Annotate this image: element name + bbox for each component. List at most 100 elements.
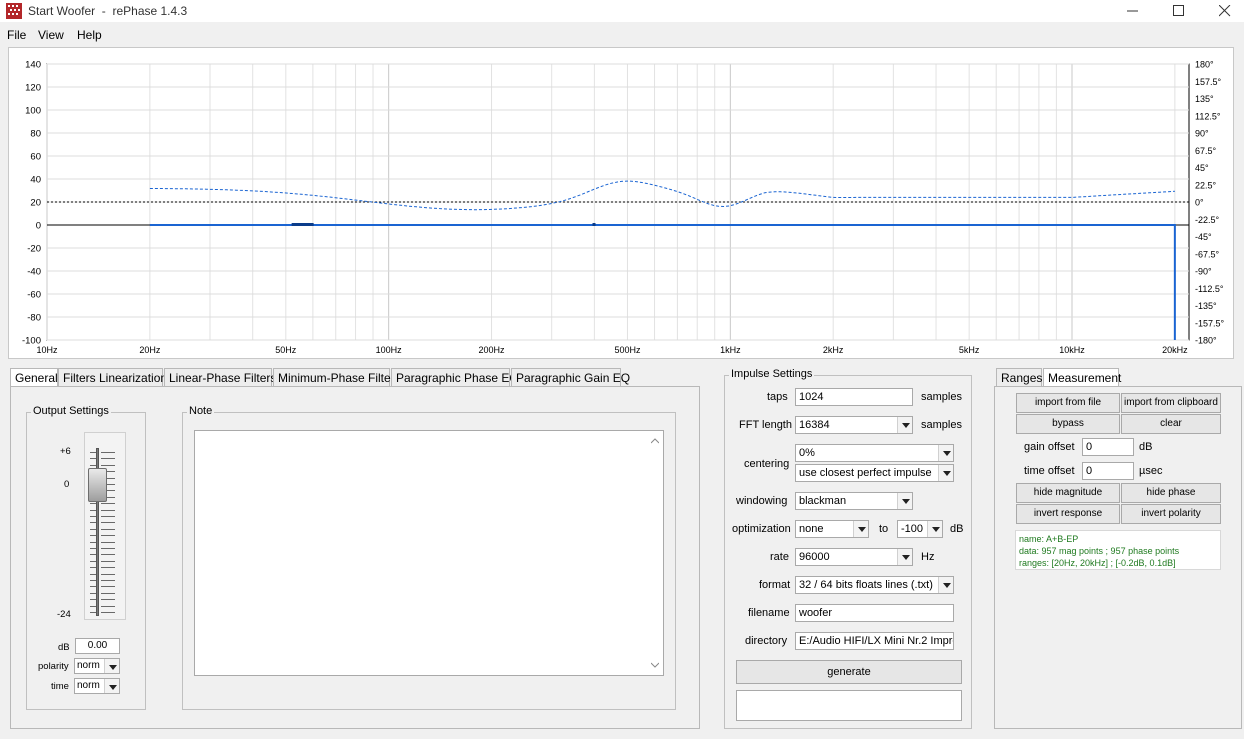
maximize-button[interactable] [1156,0,1202,22]
y-axis-tick-label: 100 [25,106,41,117]
slider-tick [101,567,115,569]
tab-general[interactable]: General [10,368,58,388]
y-axis-tick-label: -20 [27,244,41,255]
polarity-select[interactable]: norm [74,658,120,674]
note-textarea[interactable] [194,430,664,676]
centering-mode-value: use closest perfect impulse [799,467,932,479]
slider-tick [101,586,115,588]
polarity-value: norm [77,660,100,671]
response-graph[interactable]: 140 120 100 80 60 40 20 0 -20 -40 -60 -80 -100 180° 15… [8,47,1234,359]
phase-axis-tick-label: 180° [1195,60,1214,70]
gain-db-input[interactable]: 0.00 [75,638,120,654]
tab-paragraphic-phase-eq[interactable]: Paragraphic Phase EQ [391,368,519,387]
taps-input[interactable]: 1024 [795,388,913,406]
generate-button[interactable]: generate [736,660,962,684]
scroll-up-icon[interactable] [651,437,659,445]
time-value: norm [77,680,100,691]
rate-label: rate [770,551,789,563]
gain-offset-input[interactable]: 0 [1082,438,1134,456]
gain-slider-thumb[interactable] [88,468,107,502]
phase-axis-tick-label: 67.5° [1195,146,1217,156]
x-axis-tick-label: 20kHz [1162,345,1188,355]
x-axis-tick-label: 5kHz [959,345,980,355]
slider-label-zero: 0 [64,479,70,490]
chevron-down-icon [897,417,912,433]
minimize-icon [1127,10,1138,12]
optimization-db-value: -100 [901,523,924,535]
x-axis-tick-label: 10Hz [36,345,58,355]
measurement-info: name: A+B-EP data: 957 mag points ; 957 … [1015,530,1221,570]
slider-tick [101,503,115,505]
phase-axis-tick-label: -180° [1195,336,1217,346]
info-ranges: ranges: [20Hz, 20kHz] ; [-0.2dB, 0.1dB] [1019,558,1176,568]
windowing-select[interactable]: blackman [795,492,913,510]
rate-select[interactable]: 96000 [795,548,913,566]
rate-unit: Hz [921,551,935,563]
minimize-button[interactable] [1110,0,1156,22]
menu-help[interactable]: Help [77,28,102,42]
invert-polarity-button[interactable]: invert polarity [1121,504,1221,524]
import-from-file-button[interactable]: import from file [1016,393,1120,413]
optimization-db-select[interactable]: -100 [897,520,943,538]
menu-file[interactable]: File [7,28,26,42]
slider-tick [101,592,115,594]
x-axis-tick-label: 2kHz [823,345,844,355]
x-axis-tick-label: 100Hz [376,345,403,355]
phase-axis-tick-label: -135° [1195,301,1217,311]
optimization-unit: dB [950,523,964,535]
tab-paragraphic-gain-eq[interactable]: Paragraphic Gain EQ [511,368,630,387]
slider-tick [101,452,115,453]
time-select[interactable]: norm [74,678,120,694]
format-select[interactable]: 32 / 64 bits floats lines (.txt) [795,576,954,594]
rate-value: 96000 [799,551,830,563]
centering-select[interactable]: 0% [795,444,954,462]
phase-axis-tick-label: 0° [1195,198,1204,208]
hide-phase-button[interactable]: hide phase [1121,483,1221,503]
polarity-label: polarity [38,661,69,672]
directory-input[interactable]: E:/Audio HIFI/LX Mini Nr.2 Improv [795,632,954,650]
phase-axis-tick-label: -67.5° [1195,249,1220,259]
status-output [736,690,962,721]
slider-tick [101,612,115,613]
note-scrollbar[interactable] [647,431,663,675]
menu-view[interactable]: View [38,28,64,42]
taps-unit: samples [921,391,962,403]
format-value: 32 / 64 bits floats lines (.txt) [799,579,933,591]
windowing-label: windowing [736,495,788,507]
invert-response-button[interactable]: invert response [1016,504,1120,524]
bypass-button[interactable]: bypass [1016,414,1120,434]
y-axis-tick-label: 40 [30,175,41,186]
time-offset-input[interactable]: 0 [1082,462,1134,480]
windowing-value: blackman [799,495,847,507]
x-axis-tick-label: 20Hz [139,345,161,355]
slider-tick [101,535,115,537]
slider-label-max: +6 [60,446,71,457]
phase-axis-tick-label: 112.5° [1195,111,1221,121]
optimization-label: optimization [732,523,791,535]
filename-input[interactable]: woofer [795,604,954,622]
centering-value: 0% [799,447,815,459]
app-icon [6,3,22,19]
close-button[interactable] [1202,0,1244,22]
hide-magnitude-button[interactable]: hide magnitude [1016,483,1120,503]
gain-offset-label: gain offset [1024,441,1075,453]
tab-filters-linearization[interactable]: Filters Linearization [58,368,167,387]
tab-measurement[interactable]: Measurement [1043,368,1121,388]
taps-label: taps [767,391,788,403]
response-plot[interactable]: 140120100806040200-20-40-60-80-100180°15… [9,48,1235,360]
fft-length-select[interactable]: 16384 [795,416,913,434]
clear-button[interactable]: clear [1121,414,1221,434]
scroll-down-icon[interactable] [651,661,659,669]
slider-label-min: -24 [57,609,71,620]
import-from-clipboard-button[interactable]: import from clipboard [1121,393,1221,413]
chevron-down-icon [938,577,953,593]
tab-minimum-phase-filters[interactable]: Minimum-Phase Filters [273,368,401,387]
optimization-select[interactable]: none [795,520,869,538]
tab-linear-phase-filters[interactable]: Linear-Phase Filters [164,368,276,387]
y-axis-tick-label: -40 [27,267,41,278]
centering-mode-select[interactable]: use closest perfect impulse [795,464,954,482]
tab-ranges[interactable]: Ranges [996,368,1042,387]
phase-axis-tick-label: -90° [1195,267,1212,277]
optimization-to-label: to [879,523,889,535]
x-axis-tick-label: 500Hz [614,345,641,355]
